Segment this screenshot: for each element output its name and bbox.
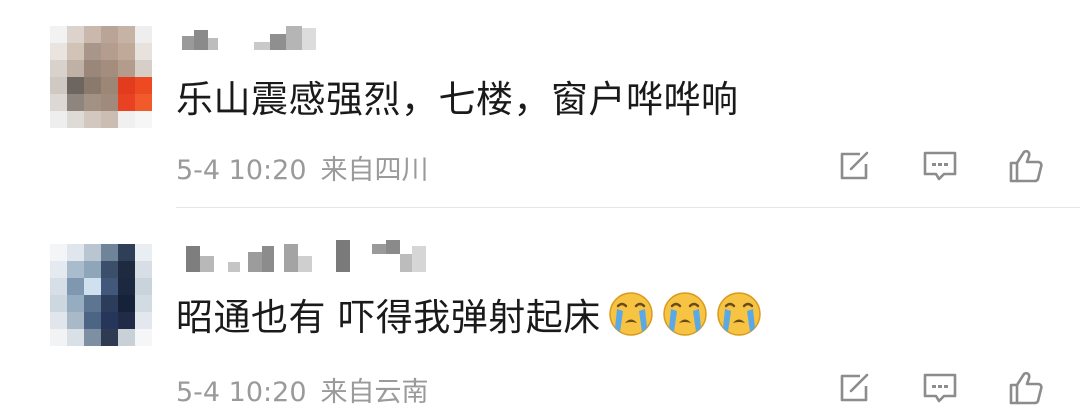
comment-item: 乐山震感强烈，七楼，窗户哗哗响 5-4 10:20 来自四川 (0, 0, 1080, 207)
comment-location: 来自云南 (320, 377, 429, 408)
comment-text: 昭通也有 吓得我弹射起床 (176, 288, 763, 340)
comment-icon (923, 151, 957, 181)
pixelated-username-mask (186, 240, 426, 272)
crying-face-emoji (663, 292, 707, 336)
avatar[interactable] (50, 244, 152, 346)
crying-face-emoji (609, 292, 653, 336)
comment-time: 5-4 10:20 (176, 377, 307, 408)
comment-time: 5-4 10:20 (176, 155, 307, 186)
comment-actions (820, 144, 1048, 188)
share-button[interactable] (832, 144, 876, 188)
comment-icon (923, 373, 957, 403)
comment-meta: 5-4 10:20 来自四川 (176, 148, 429, 187)
comment-item: 昭通也有 吓得我弹射起床 5-4 10:20 来自云南 (0, 208, 1080, 414)
pixelated-username-mask (182, 26, 316, 50)
comment-text-content: 昭通也有 吓得我弹射起床 (176, 296, 601, 339)
like-button[interactable] (1004, 144, 1048, 188)
comment-actions (820, 366, 1048, 410)
share-button[interactable] (832, 366, 876, 410)
username-pixelated[interactable] (176, 238, 446, 278)
comment-text-content: 乐山震感强烈，七楼，窗户哗哗响 (176, 78, 739, 121)
share-icon (840, 151, 869, 180)
emoji-row (607, 290, 763, 338)
like-button[interactable] (1004, 366, 1048, 410)
reply-button[interactable] (918, 144, 962, 188)
comment-text: 乐山震感强烈，七楼，窗户哗哗响 (176, 70, 739, 122)
like-icon (1009, 149, 1043, 183)
comment-location: 来自四川 (320, 155, 429, 186)
reply-button[interactable] (918, 366, 962, 410)
share-icon (840, 373, 869, 402)
avatar[interactable] (50, 26, 152, 128)
crying-face-emoji (717, 292, 761, 336)
username-pixelated[interactable] (176, 20, 336, 60)
like-icon (1009, 371, 1043, 405)
comment-meta: 5-4 10:20 来自云南 (176, 370, 429, 409)
